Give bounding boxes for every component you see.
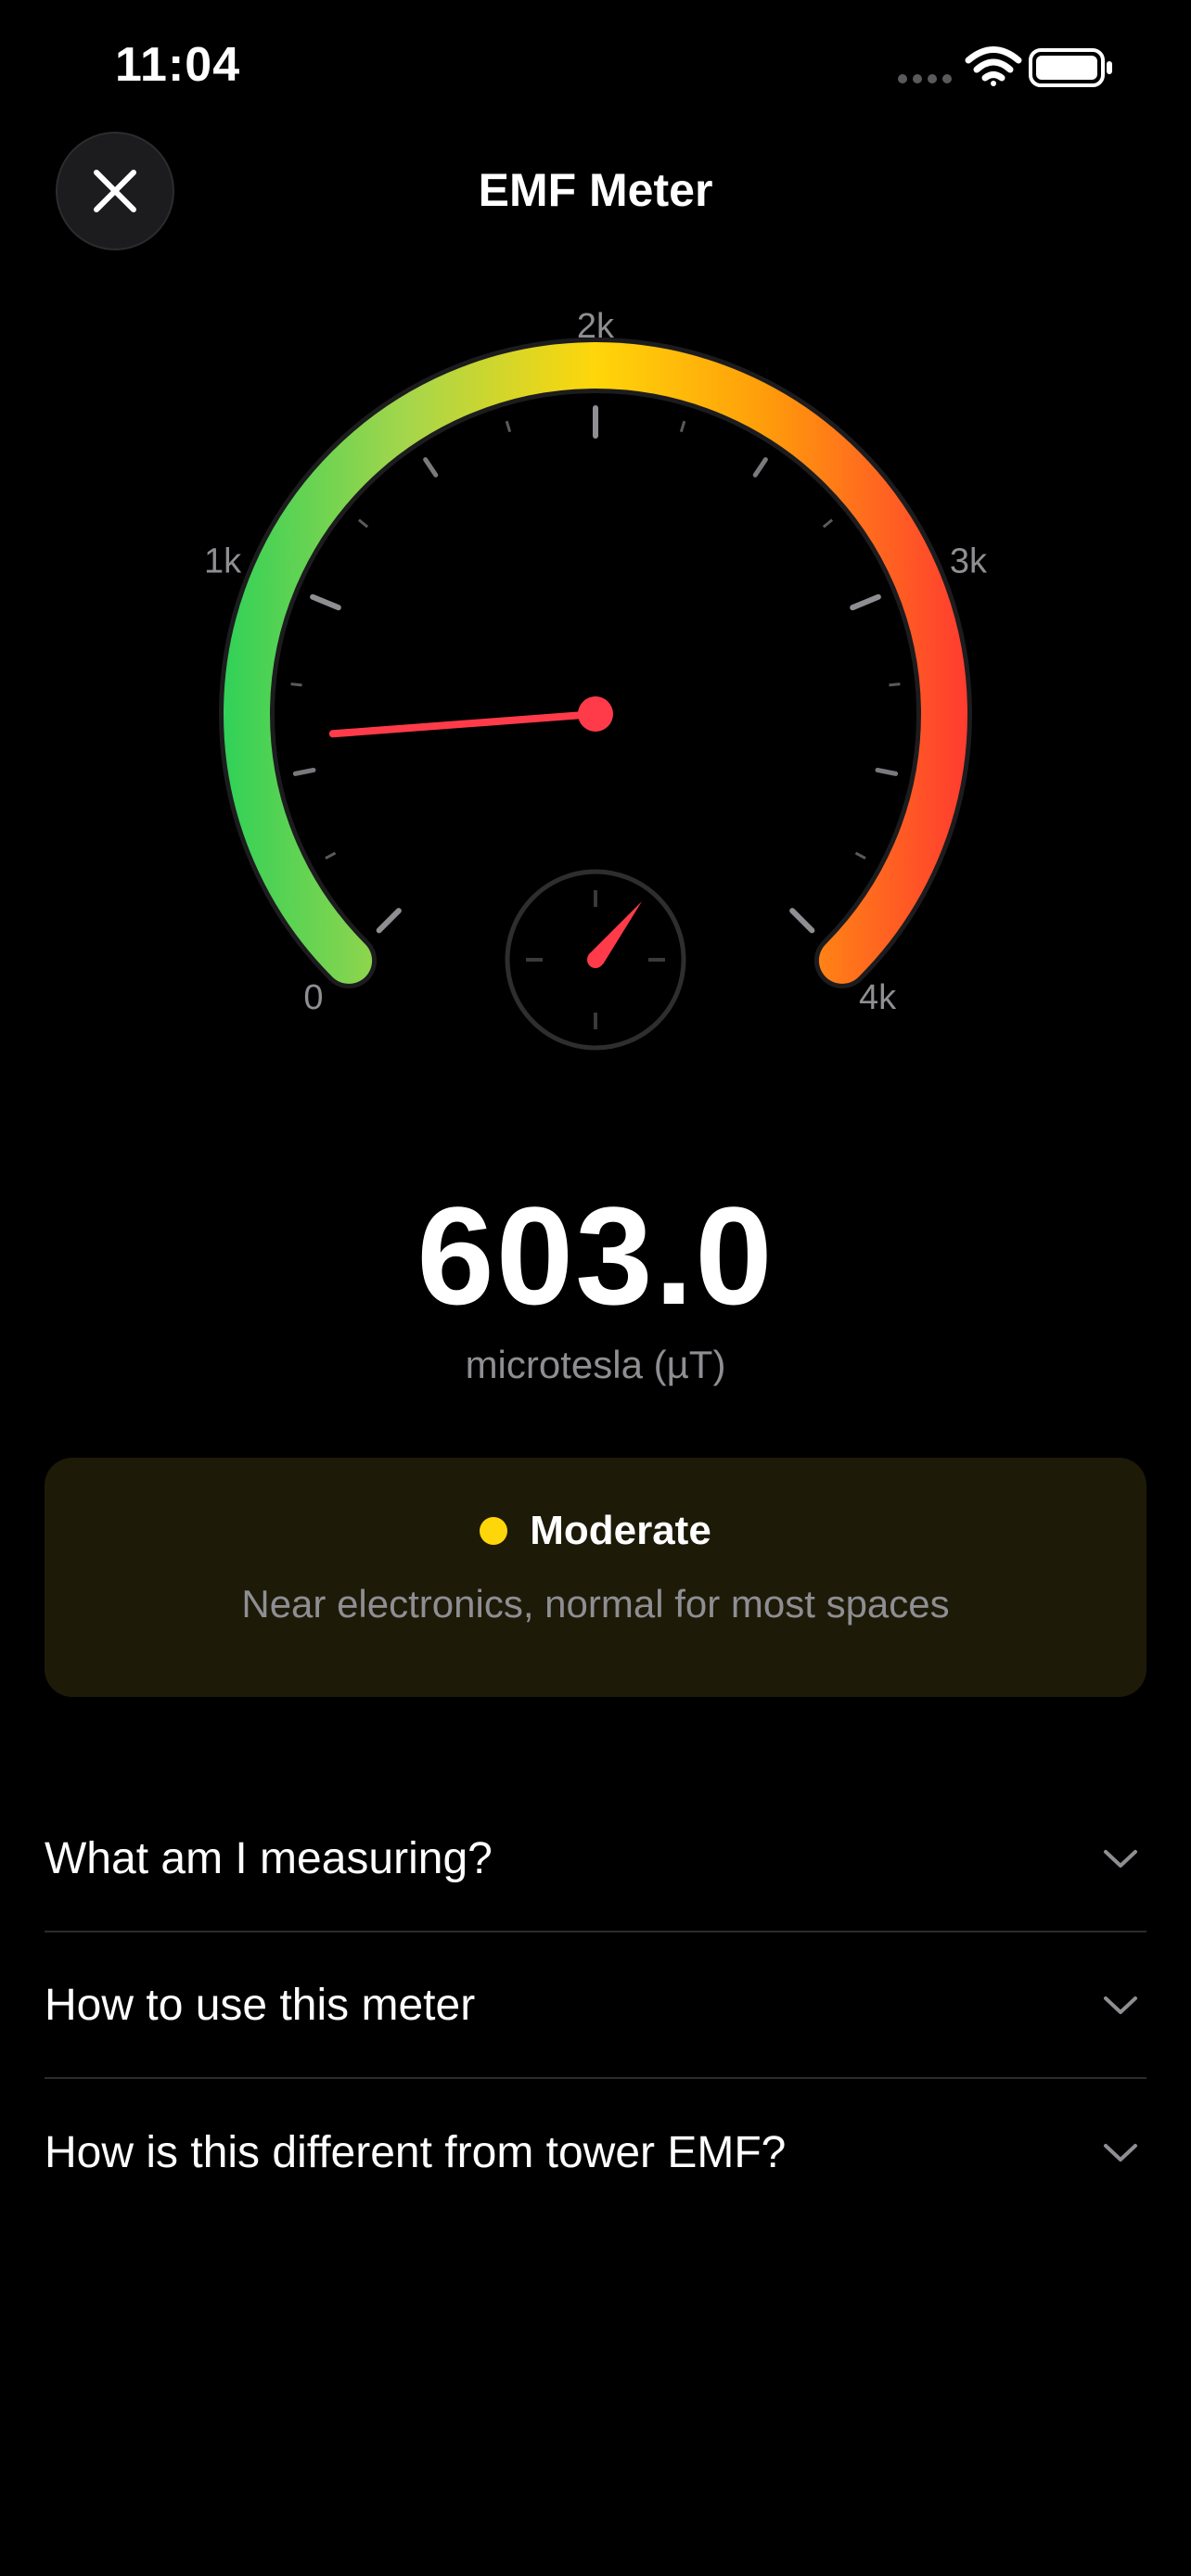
gauge-ticks — [290, 405, 901, 934]
faq-item-tower-emf[interactable]: How is this different from tower EMF? — [45, 2079, 1146, 2225]
chevron-down-icon — [1104, 1850, 1137, 1868]
gauge-major-tick — [789, 908, 815, 934]
reading-unit: microtesla (µT) — [465, 1343, 726, 1386]
compass-icon — [505, 869, 686, 1051]
gauge-minor-tick — [505, 420, 512, 433]
level-description: Near electronics, normal for most spaces — [241, 1582, 950, 1626]
gauge-minor-tick — [325, 851, 337, 860]
page-title: EMF Meter — [478, 164, 713, 216]
gauge-tick — [423, 457, 439, 478]
level-label: Moderate — [530, 1508, 711, 1553]
gauge-minor-tick — [357, 518, 369, 529]
gauge-major-tick — [850, 593, 881, 611]
gauge-major-tick — [310, 593, 341, 611]
faq-list: What am I measuring? How to use this met… — [45, 1786, 1146, 2225]
gauge-minor-tick — [889, 682, 901, 687]
gauge-label-0: 0 — [303, 978, 323, 1017]
level-row: Moderate — [45, 1508, 1146, 1554]
level-dot — [480, 1517, 508, 1545]
faq-item-how-to-use[interactable]: How to use this meter — [45, 1932, 1146, 2079]
cellular-dots-icon — [898, 74, 952, 83]
wifi-icon — [965, 46, 1022, 86]
faq-question: How is this different from tower EMF? — [45, 2127, 787, 2177]
faq-item-what-am-i-measuring[interactable]: What am I measuring? — [45, 1786, 1146, 1932]
battery-full-icon — [1029, 48, 1112, 87]
reading-value: 603.0 — [416, 1178, 775, 1333]
emf-gauge: 0 1k 2k 3k 4k — [204, 307, 988, 1051]
gauge-label-2k: 2k — [577, 307, 615, 346]
gauge-minor-tick — [854, 851, 866, 860]
gauge-tick — [292, 767, 316, 776]
gauge-minor-tick — [822, 518, 834, 529]
gauge-label-3k: 3k — [950, 542, 988, 581]
gauge-label-4k: 4k — [859, 978, 897, 1017]
gauge-minor-tick — [679, 420, 686, 433]
gauge-needle-hub — [578, 696, 613, 732]
status-time: 11:04 — [115, 38, 241, 92]
chevron-down-icon — [1104, 1996, 1137, 2014]
status-bar: 11:04 — [0, 0, 1191, 139]
gauge-label-1k: 1k — [204, 542, 242, 581]
status-icons — [894, 45, 1117, 91]
level-card: Moderate Near electronics, normal for mo… — [45, 1458, 1146, 1697]
gauge-major-tick — [376, 908, 402, 934]
gauge-tick — [752, 457, 768, 478]
gauge-needle — [328, 710, 599, 738]
gauge-tick — [875, 767, 899, 776]
gauge-minor-tick — [290, 682, 302, 687]
faq-question: What am I measuring? — [45, 1833, 493, 1883]
chevron-down-icon — [1104, 2144, 1137, 2162]
faq-question: How to use this meter — [45, 1980, 476, 2030]
